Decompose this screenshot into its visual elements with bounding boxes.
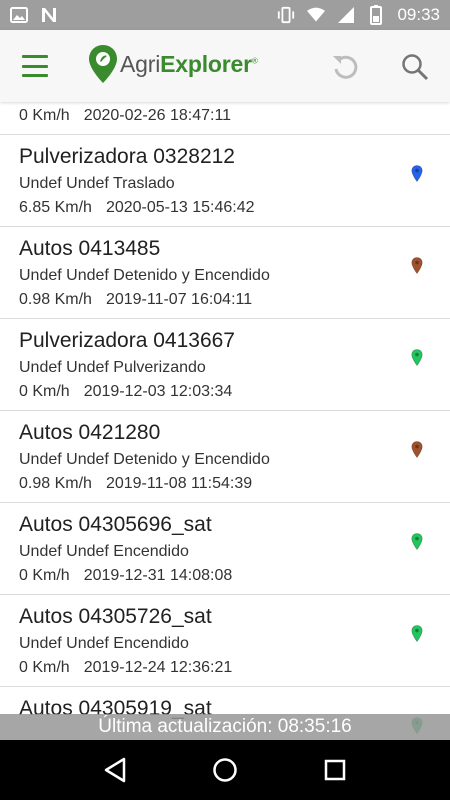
vibrate-icon xyxy=(277,6,295,24)
map-pin-icon[interactable] xyxy=(411,625,423,642)
vehicle-last-report-date: 2019-11-08 11:54:39 xyxy=(105,475,253,492)
vehicle-status: Undef Undef Encendido xyxy=(19,543,189,560)
vehicle-list-item[interactable]: Autos 0421280 Undef Undef Detenido y Ence… xyxy=(0,411,450,503)
vehicle-meta: 6.85 Km/h 2020-05-13 15:46:42 xyxy=(19,199,255,217)
navigation-bar xyxy=(0,740,450,800)
status-time: 09:33 xyxy=(397,5,440,24)
vehicle-title: Autos 0421280 xyxy=(19,421,161,444)
map-pin-icon[interactable] xyxy=(411,165,423,182)
refresh-icon xyxy=(333,55,358,79)
vehicle-title: Pulverizadora 0413667 xyxy=(19,329,235,352)
vehicle-last-report-date: 2019-12-31 14:08:08 xyxy=(83,567,233,584)
wifi-icon xyxy=(307,6,326,24)
home-button[interactable] xyxy=(210,755,240,785)
vehicle-status: Undef Undef Pulverizando xyxy=(19,359,206,376)
logo-registered-mark: ® xyxy=(251,55,258,65)
vehicle-last-report-date: 2020-02-26 18:47:11 xyxy=(83,107,232,124)
vehicle-last-report-date: 2019-12-03 12:03:34 xyxy=(83,383,233,400)
map-pin-logo-icon xyxy=(89,45,117,83)
recents-square-icon xyxy=(324,759,346,781)
map-pin-icon[interactable] xyxy=(411,533,423,550)
map-pin-icon[interactable] xyxy=(411,441,423,458)
vehicle-meta: 0.98 Km/h 2019-11-08 11:54:39 xyxy=(19,475,252,493)
vehicle-list-item[interactable]: Undef Undef Encendido0 Km/h2020-02-26 18… xyxy=(0,102,450,135)
vehicle-speed: 0.98 Km/h xyxy=(19,291,92,308)
vehicle-last-report-date: 2020-05-13 15:46:42 xyxy=(105,199,255,216)
vehicle-meta: 0 Km/h 2020-02-26 18:47:11 xyxy=(19,107,231,125)
battery-icon xyxy=(367,5,385,25)
vehicle-speed: 0 Km/h xyxy=(19,383,70,400)
vehicle-speed: 0 Km/h xyxy=(19,659,70,676)
vehicle-title: Autos 04305696_sat xyxy=(19,513,212,536)
app-screen: 09:33 AgriExplorer® 0 Km/h 2020-02-26 18… xyxy=(0,0,450,800)
vehicle-status: Undef Undef Traslado xyxy=(19,175,175,192)
vehicle-speed: 0 Km/h xyxy=(19,107,70,124)
vehicle-meta: 0.98 Km/h 2019-11-07 16:04:11 xyxy=(19,291,252,309)
signal-icon xyxy=(337,6,355,24)
menu-icon-line xyxy=(22,64,48,68)
vehicle-list-item[interactable]: Autos 0413485 Undef Undef Detenido y Ence… xyxy=(0,227,450,319)
menu-button[interactable] xyxy=(20,52,50,80)
status-bar: 09:33 xyxy=(0,0,450,30)
vehicle-last-report-date: 2019-11-07 16:04:11 xyxy=(105,291,253,308)
vehicle-title: Autos 04305726_sat xyxy=(19,605,212,628)
vehicle-speed: 0.98 Km/h xyxy=(19,475,92,492)
vehicle-status: Undef Undef Encendido xyxy=(19,635,189,652)
back-triangle-icon xyxy=(104,757,126,783)
vehicle-speed: 6.85 Km/h xyxy=(19,199,92,216)
n-notification-icon xyxy=(40,6,58,24)
search-button[interactable] xyxy=(400,52,430,82)
back-button[interactable] xyxy=(100,755,130,785)
refresh-button[interactable] xyxy=(330,52,360,82)
vehicle-list-item[interactable]: Autos 04305696_sat Undef Undef Encendido 0… xyxy=(0,503,450,595)
last-update-toast: Última actualización: 08:35:16 xyxy=(0,714,450,740)
vehicle-list[interactable]: Undef Undef Encendido 0 Km/h 2020-02-26 18… xyxy=(0,102,450,740)
logo-text-explorer: Explorer xyxy=(160,50,252,77)
vehicle-title: Pulverizadora 0328212 xyxy=(19,145,235,168)
vehicle-list-item[interactable]: Pulverizadora 0328212 Undef Undef Traslad… xyxy=(0,135,450,227)
menu-icon-line xyxy=(22,55,48,58)
app-bar: AgriExplorer® xyxy=(0,30,450,102)
map-pin-icon[interactable] xyxy=(411,257,423,274)
vehicle-meta: 0 Km/h 2019-12-24 12:36:21 xyxy=(19,659,232,677)
home-circle-icon xyxy=(213,758,237,782)
recents-button[interactable] xyxy=(320,755,350,785)
logo-text-agri: Agri xyxy=(120,50,161,77)
app-logo-text: AgriExplorer® xyxy=(120,51,258,78)
menu-icon-line xyxy=(22,74,48,77)
vehicle-meta: 0 Km/h 2019-12-31 14:08:08 xyxy=(19,567,232,585)
vehicle-status: Undef Undef Detenido y Encendido xyxy=(19,451,270,468)
vehicle-list-item[interactable]: Pulverizadora 0413667 Undef Undef Pulveri… xyxy=(0,319,450,411)
vehicle-last-report-date: 2019-12-24 12:36:21 xyxy=(83,659,233,676)
image-icon xyxy=(10,6,28,24)
app-logo: AgriExplorer® xyxy=(88,44,258,84)
vehicle-status: Undef Undef Detenido y Encendido xyxy=(19,267,270,284)
vehicle-speed: 0 Km/h xyxy=(19,567,70,584)
vehicle-list-item[interactable]: Autos 04305726_sat Undef Undef Encendido 0… xyxy=(0,595,450,687)
vehicle-title: Autos 0413485 xyxy=(19,237,161,260)
map-pin-icon[interactable] xyxy=(411,349,423,366)
search-icon xyxy=(402,54,429,81)
vehicle-meta: 0 Km/h 2019-12-03 12:03:34 xyxy=(19,383,232,401)
